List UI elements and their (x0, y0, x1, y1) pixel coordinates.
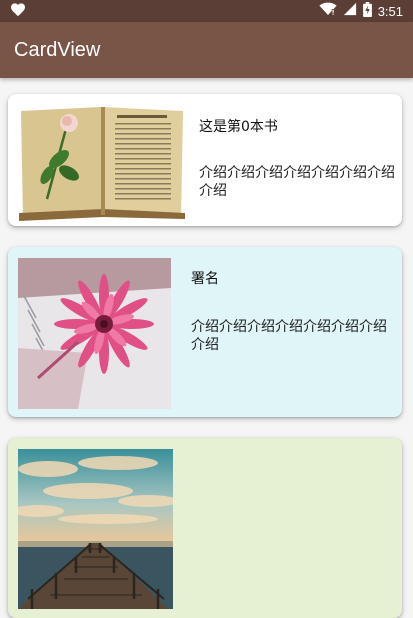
card-description: 介绍介绍介绍介绍介绍介绍介绍介绍 (191, 319, 387, 353)
card-image (18, 449, 173, 609)
status-right: 3:51 (319, 1, 403, 21)
card-image (17, 103, 188, 221)
cell-signal-icon (343, 2, 357, 20)
heart-icon (10, 2, 26, 21)
card-item[interactable]: 署名 介绍介绍介绍介绍介绍介绍介绍介绍 (8, 247, 402, 417)
status-bar: 3:51 (0, 0, 413, 22)
card-title: 署名 (191, 271, 219, 287)
battery-icon (362, 1, 372, 21)
wifi-icon (319, 2, 337, 20)
app-bar: CardView (0, 22, 413, 78)
app-title: CardView (14, 38, 101, 61)
card-description: 介绍介绍介绍介绍介绍介绍介绍介绍 (199, 165, 395, 199)
status-left (10, 2, 26, 21)
card-title: 这是第0本书 (199, 119, 278, 135)
card-image (18, 258, 171, 409)
status-time: 3:51 (377, 3, 403, 19)
card-item[interactable]: 这是第0本书 介绍介绍介绍介绍介绍介绍介绍介绍 (8, 94, 402, 226)
card-item[interactable] (8, 438, 402, 618)
